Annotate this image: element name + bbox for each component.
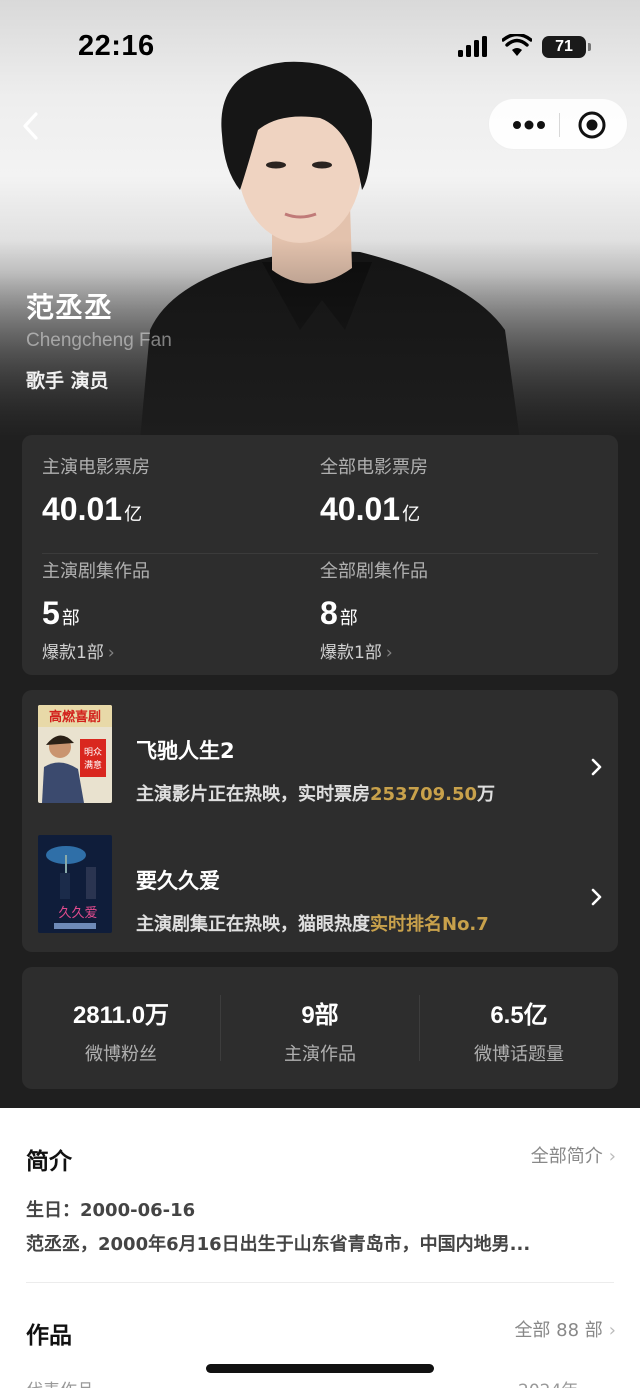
- hit-series-link[interactable]: 爆款1部 ›: [42, 638, 302, 663]
- capsule-divider: [559, 113, 560, 137]
- svg-text:久久爱: 久久爱: [58, 906, 97, 921]
- stat-label: 主演电影票房: [42, 457, 150, 478]
- stat-label: 全部电影票房: [320, 457, 428, 478]
- metric-value: 2811.0万: [72, 1002, 170, 1029]
- stat-value: 40.01 亿: [42, 491, 143, 527]
- now-showing-item-film[interactable]: 高燃喜剧 明众 满意 飞驰人生2 主演影片正在热映，实时票房253709.50万: [22, 705, 618, 815]
- stat-all-series: 全部剧集作品 8部 爆款1部 ›: [320, 557, 580, 663]
- chevron-right-icon: ›: [608, 1320, 616, 1341]
- metric-value: 9部: [301, 1002, 339, 1029]
- stat-lead-film-box-office: 主演电影票房 40.01 亿: [42, 453, 302, 528]
- stat-lead-series: 主演剧集作品 5部 爆款1部 ›: [42, 557, 302, 663]
- home-indicator: [206, 1364, 434, 1373]
- social-metrics-card: 2811.0万 微博粉丝 9部 主演作品 6.5亿 微博话题量: [22, 967, 618, 1089]
- chevron-right-icon: [591, 758, 602, 776]
- now-showing-title: 飞驰人生2: [136, 739, 235, 763]
- stat-value: 8部: [320, 595, 358, 631]
- back-arrow-icon[interactable]: [16, 108, 46, 144]
- battery-icon: 71: [542, 36, 586, 58]
- now-showing-title: 要久久爱: [136, 869, 220, 893]
- stat-value: 5部: [42, 595, 80, 631]
- now-showing-item-series[interactable]: 久久爱 要久久爱 主演剧集正在热映，猫眼热度实时排名No.7: [22, 835, 618, 945]
- all-intro-link[interactable]: 全部简介 ›: [531, 1142, 616, 1168]
- profile-hero: 22:16 71 范丞丞 Chengcheng Fan 歌手 演员: [0, 0, 640, 440]
- works-section-title: 作品: [26, 1323, 72, 1349]
- stat-all-film-box-office: 全部电影票房 40.01 亿: [320, 453, 580, 528]
- wifi-icon: [502, 34, 532, 56]
- chevron-right-icon: ›: [385, 643, 393, 663]
- film-poster-image: 高燃喜剧 明众 满意: [38, 705, 112, 803]
- artist-name-english: Chengcheng Fan: [26, 330, 172, 351]
- series-poster-image: 久久爱: [38, 835, 112, 933]
- metric-label: 主演作品: [284, 1044, 356, 1065]
- status-time: 22:16: [78, 30, 155, 62]
- works-subheader-right: 2024年: [518, 1376, 578, 1388]
- metric-label: 微博话题量: [474, 1044, 564, 1065]
- stat-label: 全部剧集作品: [320, 561, 428, 582]
- chevron-right-icon: ›: [608, 1146, 616, 1167]
- metric-label: 微博粉丝: [85, 1044, 157, 1065]
- details-sheet: 简介 全部简介 › 生日：2000-06-16 范丞丞，2000年6月16日出生于…: [0, 1108, 640, 1388]
- battery-tip: [588, 43, 591, 51]
- metric-weibo-topics: 6.5亿 微博话题量: [420, 995, 618, 1066]
- stats-divider: [42, 553, 598, 554]
- now-showing-desc: 主演剧集正在热映，猫眼热度实时排名No.7: [136, 914, 489, 935]
- metric-weibo-fans: 2811.0万 微博粉丝: [22, 995, 220, 1066]
- chevron-right-icon: ›: [107, 643, 115, 663]
- chevron-right-icon: [591, 888, 602, 906]
- close-mini-program-icon[interactable]: [577, 110, 607, 140]
- cellular-signal-icon: [458, 36, 487, 57]
- intro-section-title: 简介: [26, 1149, 72, 1175]
- section-divider: [26, 1282, 614, 1283]
- bio-summary-text: 范丞丞，2000年6月16日出生于山东省青岛市，中国内地男...: [26, 1234, 531, 1255]
- svg-text:明众: 明众: [84, 747, 102, 758]
- stat-value: 40.01 亿: [320, 491, 421, 527]
- birthday-text: 生日：2000-06-16: [26, 1200, 196, 1221]
- mini-program-capsule: [488, 98, 628, 150]
- metric-lead-works: 9部 主演作品: [221, 995, 419, 1066]
- status-bar: 22:16 71: [0, 0, 640, 90]
- now-showing-desc: 主演影片正在热映，实时票房253709.50万: [136, 784, 496, 805]
- works-subheader-left: 代表作品: [26, 1376, 94, 1388]
- metric-value: 6.5亿: [490, 1002, 548, 1029]
- artist-name: 范丞丞: [26, 291, 114, 324]
- svg-text:高燃喜剧: 高燃喜剧: [49, 709, 101, 725]
- artist-roles: 歌手 演员: [26, 370, 109, 392]
- svg-text:满意: 满意: [84, 759, 102, 771]
- more-options-icon[interactable]: [509, 113, 549, 137]
- all-works-link[interactable]: 全部 88 部 ›: [514, 1316, 616, 1342]
- hit-series-link[interactable]: 爆款1部 ›: [320, 638, 580, 663]
- stat-label: 主演剧集作品: [42, 561, 150, 582]
- box-office-stats-card: 主演电影票房 40.01 亿 全部电影票房 40.01 亿 主演剧集作品 5部 爆款…: [22, 435, 618, 675]
- now-showing-card: 高燃喜剧 明众 满意 飞驰人生2 主演影片正在热映，实时票房253709.50万…: [22, 690, 618, 952]
